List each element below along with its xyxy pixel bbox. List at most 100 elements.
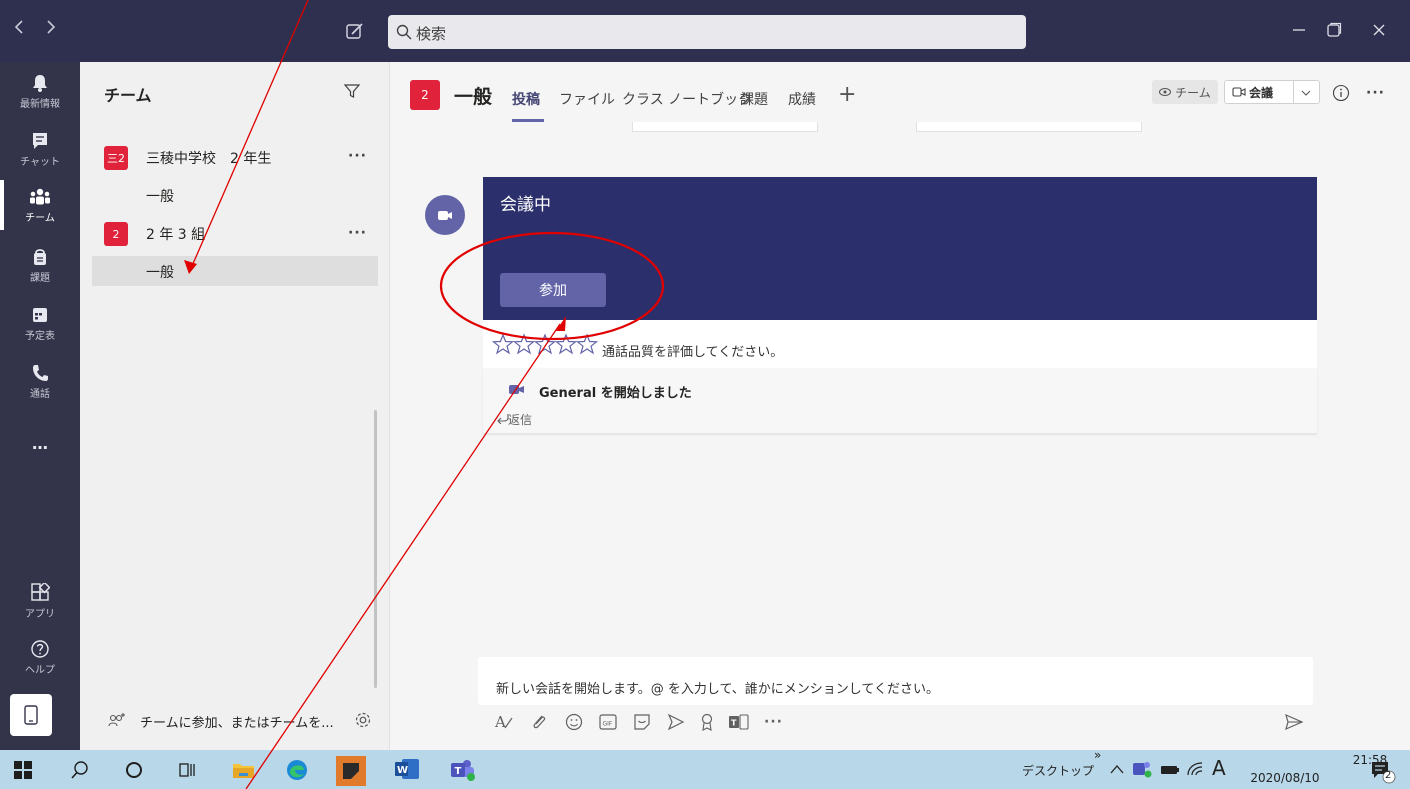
meeting-title: 会議中 — [500, 195, 551, 215]
compose-icon[interactable] — [346, 22, 364, 40]
meeting-avatar — [425, 195, 465, 235]
phone-icon — [33, 364, 48, 381]
chevron-down-icon[interactable] — [1301, 89, 1311, 97]
channel-item[interactable]: 一般 — [146, 186, 174, 206]
rail-label: チーム — [25, 212, 55, 224]
previous-card — [632, 122, 818, 132]
sticker-icon[interactable] — [632, 712, 652, 732]
info-icon[interactable] — [1332, 84, 1350, 102]
task-view-icon[interactable] — [178, 760, 200, 780]
edge-browser-icon[interactable] — [286, 759, 308, 781]
teams-app-icon[interactable]: T — [728, 712, 750, 732]
more-tools-icon[interactable]: ··· — [764, 714, 783, 730]
phone-device-icon — [24, 705, 38, 725]
ime-indicator[interactable]: A — [1212, 756, 1226, 780]
reply-link[interactable]: 返信 — [508, 411, 532, 428]
clock-date[interactable]: 2020/08/10 — [1240, 771, 1330, 785]
rail-label: 予定表 — [25, 330, 55, 342]
search-input[interactable]: 検索 — [388, 15, 1026, 49]
team-more-icon[interactable]: ··· — [348, 148, 367, 164]
send-icon[interactable] — [1284, 712, 1304, 732]
svg-text:T: T — [731, 719, 737, 728]
emoji-icon[interactable] — [564, 712, 584, 732]
file-explorer-icon[interactable] — [232, 760, 256, 780]
teams-taskbar-icon[interactable]: T — [450, 758, 476, 782]
teams-icon — [30, 188, 50, 204]
attach-icon[interactable] — [530, 712, 548, 732]
settings-gear-icon[interactable] — [354, 711, 372, 729]
word-icon[interactable]: W — [394, 758, 420, 780]
meeting-started-message — [483, 368, 1317, 434]
praise-icon[interactable] — [698, 712, 716, 732]
meet-button[interactable]: 会議 — [1224, 80, 1320, 104]
team-badge: 2 — [104, 222, 128, 246]
action-center-icon[interactable]: 2 — [1370, 760, 1398, 784]
scrollbar[interactable] — [374, 410, 377, 688]
more-icon: … — [32, 433, 48, 453]
video-camera-icon — [508, 382, 526, 396]
back-icon[interactable] — [12, 17, 26, 37]
tab-posts[interactable]: 投稿 — [512, 89, 540, 109]
team-view-button[interactable]: チーム — [1152, 80, 1218, 104]
svg-text:GIF: GIF — [603, 721, 613, 728]
windows-start-icon[interactable] — [14, 761, 32, 779]
gif-icon[interactable]: GIF — [598, 712, 618, 732]
rail-item-help[interactable]: ヘルプ — [0, 628, 80, 686]
sticky-notes-icon[interactable] — [336, 756, 366, 786]
forward-icon[interactable] — [44, 17, 58, 37]
meeting-started-text: General を開始しました — [539, 386, 692, 401]
rail-item-more[interactable]: … — [0, 428, 80, 458]
team-view-label: チーム — [1175, 85, 1211, 100]
more-options-icon[interactable]: ··· — [1366, 85, 1385, 101]
eye-icon — [1159, 88, 1172, 96]
rail-item-activity[interactable]: 最新情報 — [0, 62, 80, 120]
rail-item-calls[interactable]: 通話 — [0, 352, 80, 410]
meet-now-icon[interactable] — [666, 712, 686, 732]
toolbar-chevron[interactable]: » — [1094, 748, 1101, 762]
meet-label: 会議 — [1249, 86, 1274, 100]
assignments-icon — [34, 248, 46, 265]
device-button[interactable] — [10, 694, 52, 736]
search-placeholder: 検索 — [416, 25, 447, 43]
show-hidden-icons-icon[interactable] — [1110, 764, 1124, 774]
apps-icon — [31, 582, 50, 601]
tab-notebook[interactable]: クラス ノートブック — [622, 89, 752, 109]
chat-icon — [33, 132, 47, 149]
video-camera-icon — [438, 211, 452, 220]
close-icon[interactable] — [1372, 23, 1386, 37]
cortana-icon[interactable] — [124, 760, 144, 780]
team-name[interactable]: 2 年 3 組 — [146, 224, 205, 244]
rail-item-teams[interactable]: チーム — [0, 176, 80, 234]
channel-item[interactable]: 一般 — [146, 262, 174, 282]
rail-item-assignments[interactable]: 課題 — [0, 236, 80, 294]
previous-card — [916, 122, 1142, 132]
divider — [1293, 81, 1294, 103]
restore-icon[interactable] — [1326, 22, 1342, 38]
add-tab-button[interactable]: + — [838, 82, 856, 107]
tab-files[interactable]: ファイル — [559, 89, 615, 109]
rail-item-chat[interactable]: チャット — [0, 120, 80, 178]
filter-icon[interactable] — [344, 83, 360, 99]
star-rating[interactable] — [492, 333, 602, 357]
join-button[interactable]: 参加 — [500, 273, 606, 307]
channel-badge: 2 — [410, 80, 440, 110]
team-more-icon[interactable]: ··· — [348, 225, 367, 241]
svg-text:W: W — [397, 765, 408, 776]
rail-item-calendar[interactable]: 予定表 — [0, 294, 80, 352]
help-icon — [31, 639, 49, 658]
wifi-icon[interactable] — [1186, 761, 1204, 777]
teams-tray-icon[interactable] — [1132, 760, 1152, 778]
desktop-toolbar-label[interactable]: デスクトップ — [1022, 762, 1094, 779]
channel-item-selected[interactable] — [92, 256, 378, 286]
battery-icon[interactable] — [1160, 764, 1180, 776]
join-team-link[interactable]: チームに参加、またはチームを... — [140, 712, 334, 731]
format-icon[interactable]: A — [494, 712, 514, 732]
rail-item-apps[interactable]: アプリ — [0, 572, 80, 630]
minimize-icon[interactable] — [1292, 22, 1306, 36]
rail-label: 課題 — [30, 272, 50, 284]
tab-grades[interactable]: 成績 — [788, 89, 816, 109]
tab-assignments[interactable]: 課題 — [740, 89, 768, 109]
team-name[interactable]: 三稜中学校 2 年生 — [146, 148, 271, 168]
search-icon — [396, 24, 412, 40]
search-icon[interactable] — [70, 760, 90, 780]
